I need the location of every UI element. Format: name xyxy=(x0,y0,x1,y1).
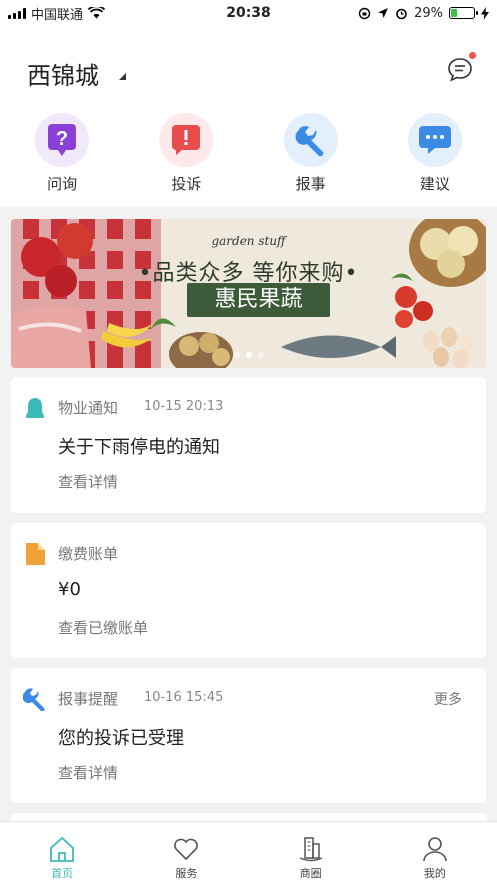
promo-banner[interactable]: garden stuff •品类众多 等你来购• 惠民果蔬 xyxy=(11,219,486,368)
carousel-dot[interactable] xyxy=(245,352,252,358)
quick-action-report[interactable]: 报事 xyxy=(249,110,373,207)
card-time: 10-15 20:13 xyxy=(144,399,224,414)
more-link[interactable]: 更多 xyxy=(434,689,462,709)
quick-action-inquiry[interactable]: ? 问询 xyxy=(0,110,124,207)
quick-action-suggestion[interactable]: 建议 xyxy=(373,110,497,207)
clock: 20:38 xyxy=(226,5,271,21)
view-details-link[interactable]: 查看详情 xyxy=(58,471,118,492)
bill-amount: ¥0 xyxy=(58,579,81,600)
home-icon xyxy=(50,836,75,862)
card-title: 报事提醒 xyxy=(58,690,119,708)
quick-action-label: 报事 xyxy=(295,175,326,193)
header: 西锦城 xyxy=(0,26,497,110)
tab-label: 我的 xyxy=(423,867,446,880)
quick-action-label: 投诉 xyxy=(171,175,202,193)
location-icon xyxy=(378,8,389,18)
bottom-tab-bar: 首页 服务 商圈 我的 xyxy=(0,821,497,883)
charging-icon xyxy=(481,6,489,20)
speech-bubble-icon xyxy=(407,113,462,167)
view-paid-bills-link[interactable]: 查看已缴账单 xyxy=(58,617,148,638)
card-body: 您的投诉已受理 xyxy=(58,728,184,749)
document-icon xyxy=(26,543,45,565)
question-icon: ? xyxy=(35,113,90,167)
card-time: 10-16 15:45 xyxy=(144,690,224,705)
dropdown-caret-icon[interactable] xyxy=(119,73,126,80)
report-reminder-card[interactable]: 报事提醒 10-16 15:45 更多 您的投诉已受理 查看详情 xyxy=(11,668,486,803)
quick-action-label: 问询 xyxy=(47,175,78,193)
wrench-icon xyxy=(283,113,338,167)
tab-label: 服务 xyxy=(175,867,198,880)
card-title: 缴费账单 xyxy=(58,545,119,563)
property-notice-card[interactable]: 物业通知 10-15 20:13 关于下雨停电的通知 查看详情 xyxy=(11,377,486,513)
alert-icon xyxy=(159,113,214,167)
carousel-dot[interactable] xyxy=(233,352,240,358)
quick-actions: ? 问询 投诉 报事 建议 xyxy=(0,110,497,207)
building-icon xyxy=(299,837,322,862)
wifi-icon xyxy=(88,7,106,19)
status-bar: 中国联通 20:38 29% xyxy=(0,0,497,26)
tab-profile[interactable]: 我的 xyxy=(373,822,497,883)
tab-shopping-district[interactable]: 商圈 xyxy=(249,822,373,883)
battery-icon xyxy=(449,7,478,19)
signal-icon xyxy=(8,7,26,19)
unread-dot xyxy=(469,52,476,59)
tab-label: 商圈 xyxy=(299,867,322,880)
battery-percent: 29% xyxy=(414,5,443,21)
quick-action-label: 建议 xyxy=(419,175,450,193)
heart-icon xyxy=(174,838,199,861)
tab-home[interactable]: 首页 xyxy=(0,822,124,883)
user-icon xyxy=(423,837,447,862)
svg-text:?: ? xyxy=(56,128,68,150)
city-selector[interactable]: 西锦城 xyxy=(27,56,99,91)
carousel-dot[interactable] xyxy=(257,352,264,358)
bell-icon xyxy=(26,398,44,418)
view-details-link[interactable]: 查看详情 xyxy=(58,762,118,783)
card-body: 关于下雨停电的通知 xyxy=(58,437,220,458)
carrier-label: 中国联通 xyxy=(31,7,84,23)
quick-action-complaint[interactable]: 投诉 xyxy=(124,110,248,207)
alarm-icon xyxy=(396,8,407,19)
banner-tag: 惠民果蔬 xyxy=(187,283,330,317)
tab-label: 首页 xyxy=(51,867,74,880)
card-title: 物业通知 xyxy=(58,399,119,417)
billing-card[interactable]: 缴费账单 ¥0 查看已缴账单 xyxy=(11,523,486,658)
wrench-icon xyxy=(23,688,45,711)
messages-button[interactable] xyxy=(447,52,476,83)
chat-bubble-icon xyxy=(448,58,472,82)
banner-subtitle: garden stuff xyxy=(211,234,286,248)
orientation-lock-icon xyxy=(358,7,371,19)
carousel-dots[interactable] xyxy=(11,352,486,358)
tab-services[interactable]: 服务 xyxy=(124,822,248,883)
